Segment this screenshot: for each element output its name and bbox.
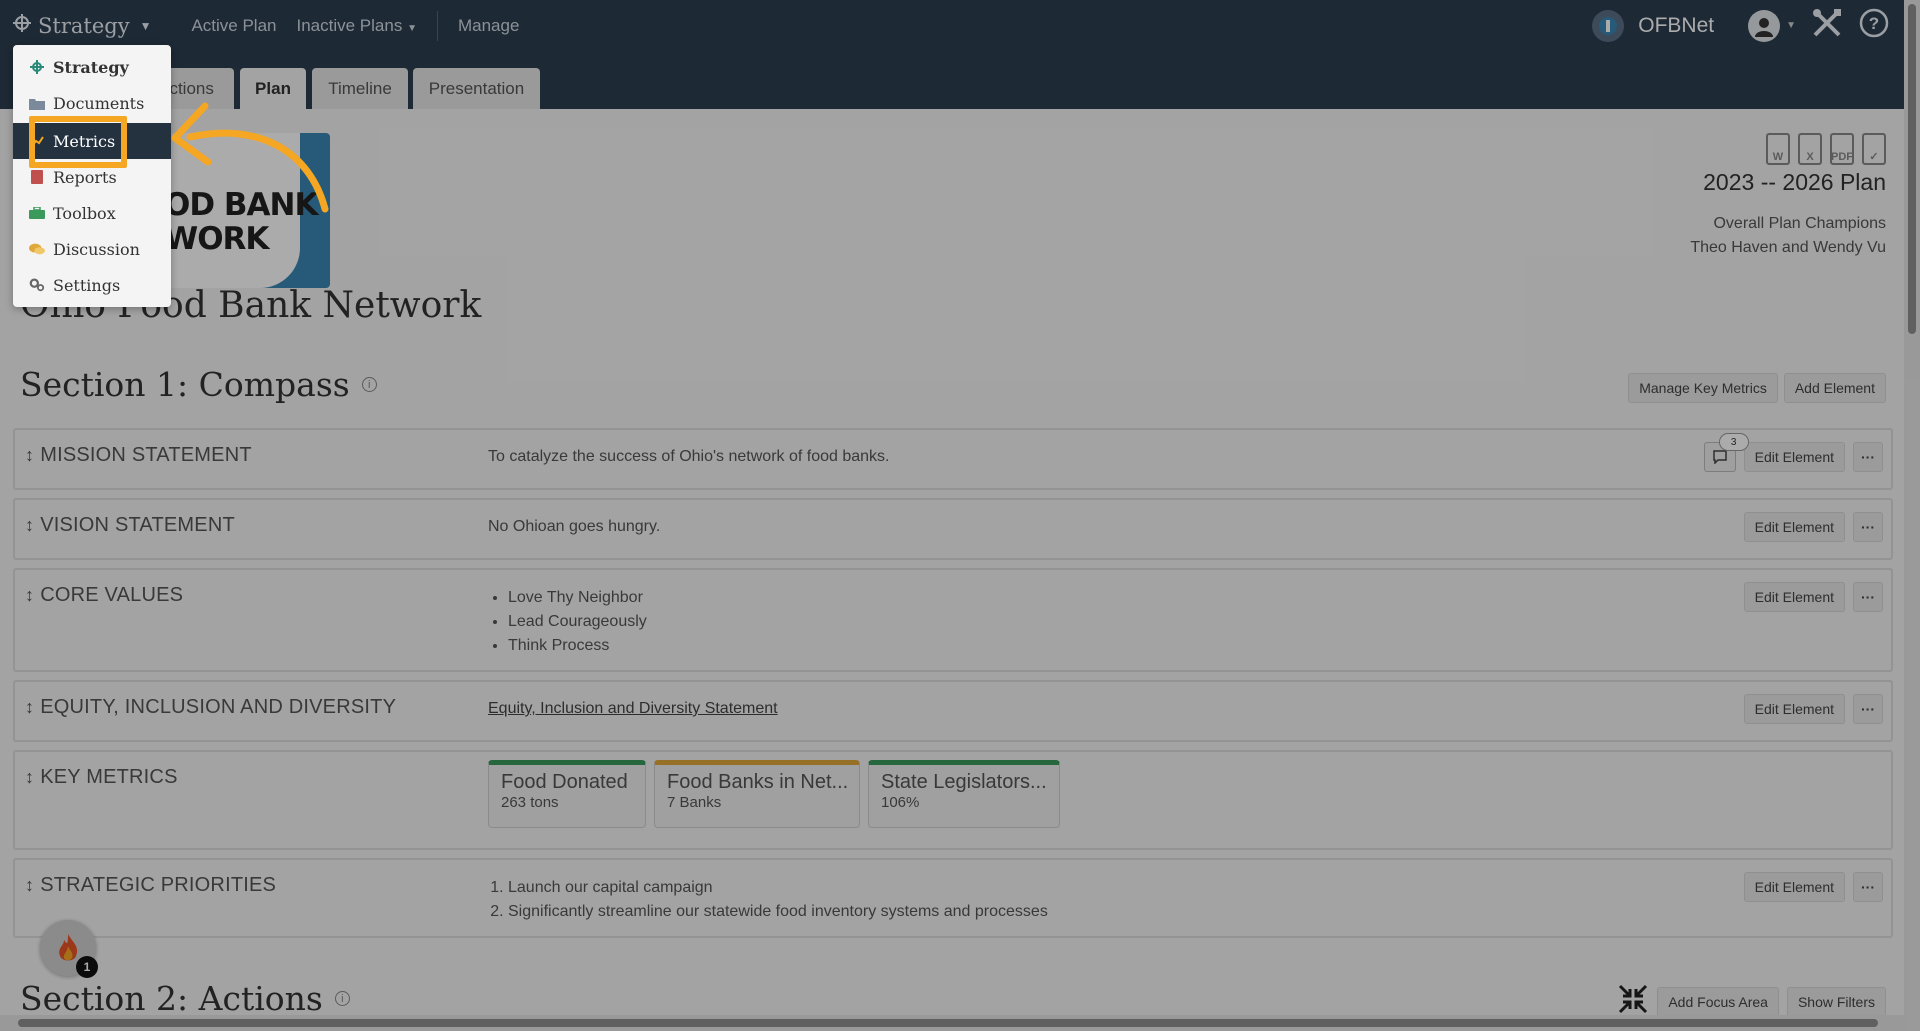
compass-icon: [29, 59, 45, 75]
menu-item-settings[interactable]: Settings: [13, 267, 171, 303]
toolbox-icon: [29, 205, 45, 221]
highlight-box: [29, 116, 127, 168]
book-icon: [29, 169, 45, 185]
strategy-dropdown-menu: Strategy Documents Metrics Reports Toolb…: [13, 45, 171, 307]
gears-icon: [29, 277, 45, 293]
chat-bubbles-icon: [29, 241, 45, 257]
menu-item-toolbox[interactable]: Toolbox: [13, 195, 171, 231]
menu-item-discussion[interactable]: Discussion: [13, 231, 171, 267]
folder-icon: [29, 95, 45, 111]
menu-item-strategy[interactable]: Strategy: [13, 49, 171, 85]
pointer-arrow-icon: [171, 102, 329, 213]
